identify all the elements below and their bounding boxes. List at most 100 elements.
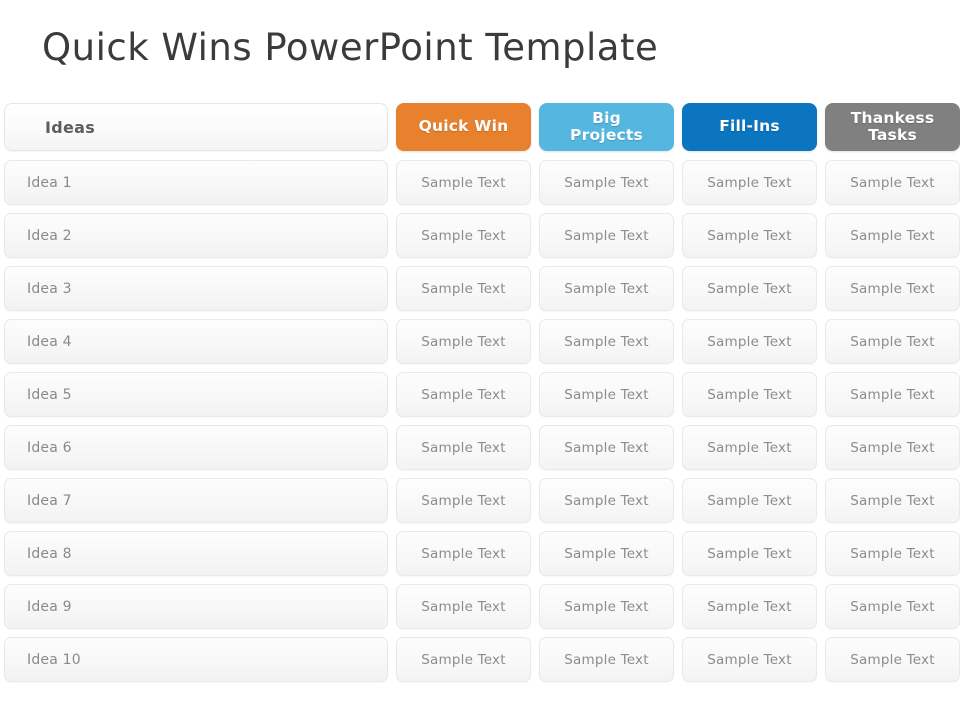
sample-text-cell[interactable]: Sample Text — [539, 531, 674, 576]
sample-text-cell[interactable]: Sample Text — [825, 319, 960, 364]
sample-text-cell[interactable]: Sample Text — [682, 637, 817, 682]
idea-label: Idea 7 — [27, 492, 72, 509]
sample-text-cell[interactable]: Sample Text — [396, 266, 531, 311]
category-header-line2: Tasks — [868, 126, 917, 144]
category-header-2[interactable]: Big Projects — [539, 103, 674, 151]
category-header-group: Quick Win Big Projects Fill-Ins Thankess Task… — [392, 103, 960, 151]
sample-text-cell[interactable]: Sample Text — [539, 160, 674, 205]
sample-text-cell[interactable]: Sample Text — [825, 531, 960, 576]
sample-text-cell[interactable]: Sample Text — [396, 160, 531, 205]
sample-text-cell[interactable]: Sample Text — [825, 478, 960, 523]
idea-label: Idea 8 — [27, 545, 72, 562]
sample-text-label: Sample Text — [564, 439, 649, 456]
sample-text-label: Sample Text — [421, 280, 506, 297]
sample-text-cell[interactable]: Sample Text — [825, 266, 960, 311]
sample-text-label: Sample Text — [421, 439, 506, 456]
sample-text-cell[interactable]: Sample Text — [825, 584, 960, 629]
sample-text-label: Sample Text — [564, 386, 649, 403]
table-row: Idea 3 Sample Text Sample Text Sample Text S… — [0, 266, 960, 311]
sample-text-cell[interactable]: Sample Text — [396, 478, 531, 523]
idea-label: Idea 10 — [27, 651, 81, 668]
quick-wins-matrix: Ideas Quick Win Big Projects Fill-Ins Thanke… — [0, 103, 960, 690]
sample-text-label: Sample Text — [850, 492, 935, 509]
sample-text-label: Sample Text — [421, 598, 506, 615]
idea-cell[interactable]: Idea 6 — [4, 425, 388, 470]
table-row: Idea 1 Sample Text Sample Text Sample Text S… — [0, 160, 960, 205]
sample-text-cell[interactable]: Sample Text — [825, 425, 960, 470]
idea-cell[interactable]: Idea 2 — [4, 213, 388, 258]
sample-text-cell[interactable]: Sample Text — [539, 637, 674, 682]
idea-cell[interactable]: Idea 4 — [4, 319, 388, 364]
column-header-ideas[interactable]: Ideas — [4, 103, 388, 151]
idea-cell[interactable]: Idea 3 — [4, 266, 388, 311]
sample-text-label: Sample Text — [707, 545, 792, 562]
category-header-line2: Projects — [570, 126, 643, 144]
sample-text-cell[interactable]: Sample Text — [682, 160, 817, 205]
sample-text-cell[interactable]: Sample Text — [682, 425, 817, 470]
table-row: Idea 6 Sample Text Sample Text Sample Text S… — [0, 425, 960, 470]
table-row: Idea 5 Sample Text Sample Text Sample Text S… — [0, 372, 960, 417]
sample-text-cell[interactable]: Sample Text — [825, 372, 960, 417]
sample-text-cell[interactable]: Sample Text — [539, 478, 674, 523]
sample-text-cell[interactable]: Sample Text — [682, 584, 817, 629]
sample-text-label: Sample Text — [421, 333, 506, 350]
idea-cell[interactable]: Idea 10 — [4, 637, 388, 682]
sample-text-label: Sample Text — [707, 386, 792, 403]
sample-text-label: Sample Text — [850, 439, 935, 456]
sample-text-cell[interactable]: Sample Text — [396, 584, 531, 629]
category-header-label: Fill-Ins — [719, 117, 780, 135]
sample-text-cell[interactable]: Sample Text — [825, 160, 960, 205]
sample-text-cell[interactable]: Sample Text — [396, 213, 531, 258]
sample-text-cell[interactable]: Sample Text — [396, 637, 531, 682]
sample-text-cell[interactable]: Sample Text — [682, 213, 817, 258]
sample-text-cell[interactable]: Sample Text — [682, 319, 817, 364]
idea-label: Idea 2 — [27, 227, 72, 244]
idea-label: Idea 4 — [27, 333, 72, 350]
sample-text-cell[interactable]: Sample Text — [682, 372, 817, 417]
sample-text-label: Sample Text — [707, 174, 792, 191]
sample-text-cell[interactable]: Sample Text — [539, 319, 674, 364]
sample-text-cell[interactable]: Sample Text — [539, 213, 674, 258]
sample-text-cell[interactable]: Sample Text — [539, 266, 674, 311]
sample-text-label: Sample Text — [421, 651, 506, 668]
idea-label: Idea 9 — [27, 598, 72, 615]
sample-text-cell[interactable]: Sample Text — [682, 478, 817, 523]
sample-text-cell[interactable]: Sample Text — [682, 266, 817, 311]
idea-cell[interactable]: Idea 1 — [4, 160, 388, 205]
sample-text-label: Sample Text — [850, 386, 935, 403]
category-header-3[interactable]: Fill-Ins — [682, 103, 817, 151]
sample-text-cell[interactable]: Sample Text — [825, 213, 960, 258]
sample-text-cell[interactable]: Sample Text — [396, 319, 531, 364]
sample-text-label: Sample Text — [850, 545, 935, 562]
sample-text-cell[interactable]: Sample Text — [539, 372, 674, 417]
sample-text-label: Sample Text — [421, 227, 506, 244]
sample-text-label: Sample Text — [707, 492, 792, 509]
matrix-header-row: Ideas Quick Win Big Projects Fill-Ins Thanke… — [0, 103, 960, 151]
sample-text-label: Sample Text — [564, 174, 649, 191]
idea-cell[interactable]: Idea 5 — [4, 372, 388, 417]
idea-label: Idea 3 — [27, 280, 72, 297]
idea-label: Idea 5 — [27, 386, 72, 403]
category-header-1[interactable]: Quick Win — [396, 103, 531, 151]
sample-text-cell[interactable]: Sample Text — [825, 637, 960, 682]
category-header-line1: Quick Win — [418, 117, 509, 136]
category-header-label: Big Projects — [570, 109, 643, 145]
sample-text-label: Sample Text — [564, 280, 649, 297]
sample-text-label: Sample Text — [564, 651, 649, 668]
sample-text-cell[interactable]: Sample Text — [682, 531, 817, 576]
idea-cell[interactable]: Idea 7 — [4, 478, 388, 523]
idea-cell[interactable]: Idea 9 — [4, 584, 388, 629]
sample-text-cell[interactable]: Sample Text — [396, 372, 531, 417]
slide-canvas: Quick Wins PowerPoint Template Ideas Qui… — [0, 0, 960, 720]
sample-text-label: Sample Text — [564, 545, 649, 562]
category-header-4[interactable]: Thankess Tasks — [825, 103, 960, 151]
sample-text-cell[interactable]: Sample Text — [396, 531, 531, 576]
idea-label: Idea 1 — [27, 174, 72, 191]
sample-text-cell[interactable]: Sample Text — [396, 425, 531, 470]
sample-text-cell[interactable]: Sample Text — [539, 425, 674, 470]
sample-text-label: Sample Text — [421, 545, 506, 562]
sample-text-label: Sample Text — [421, 174, 506, 191]
sample-text-cell[interactable]: Sample Text — [539, 584, 674, 629]
idea-cell[interactable]: Idea 8 — [4, 531, 388, 576]
category-header-label: Quick Win — [418, 117, 509, 136]
